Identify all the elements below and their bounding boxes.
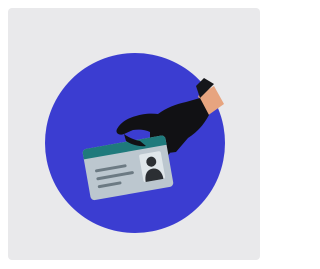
identity-theft-illustration [45,53,225,233]
